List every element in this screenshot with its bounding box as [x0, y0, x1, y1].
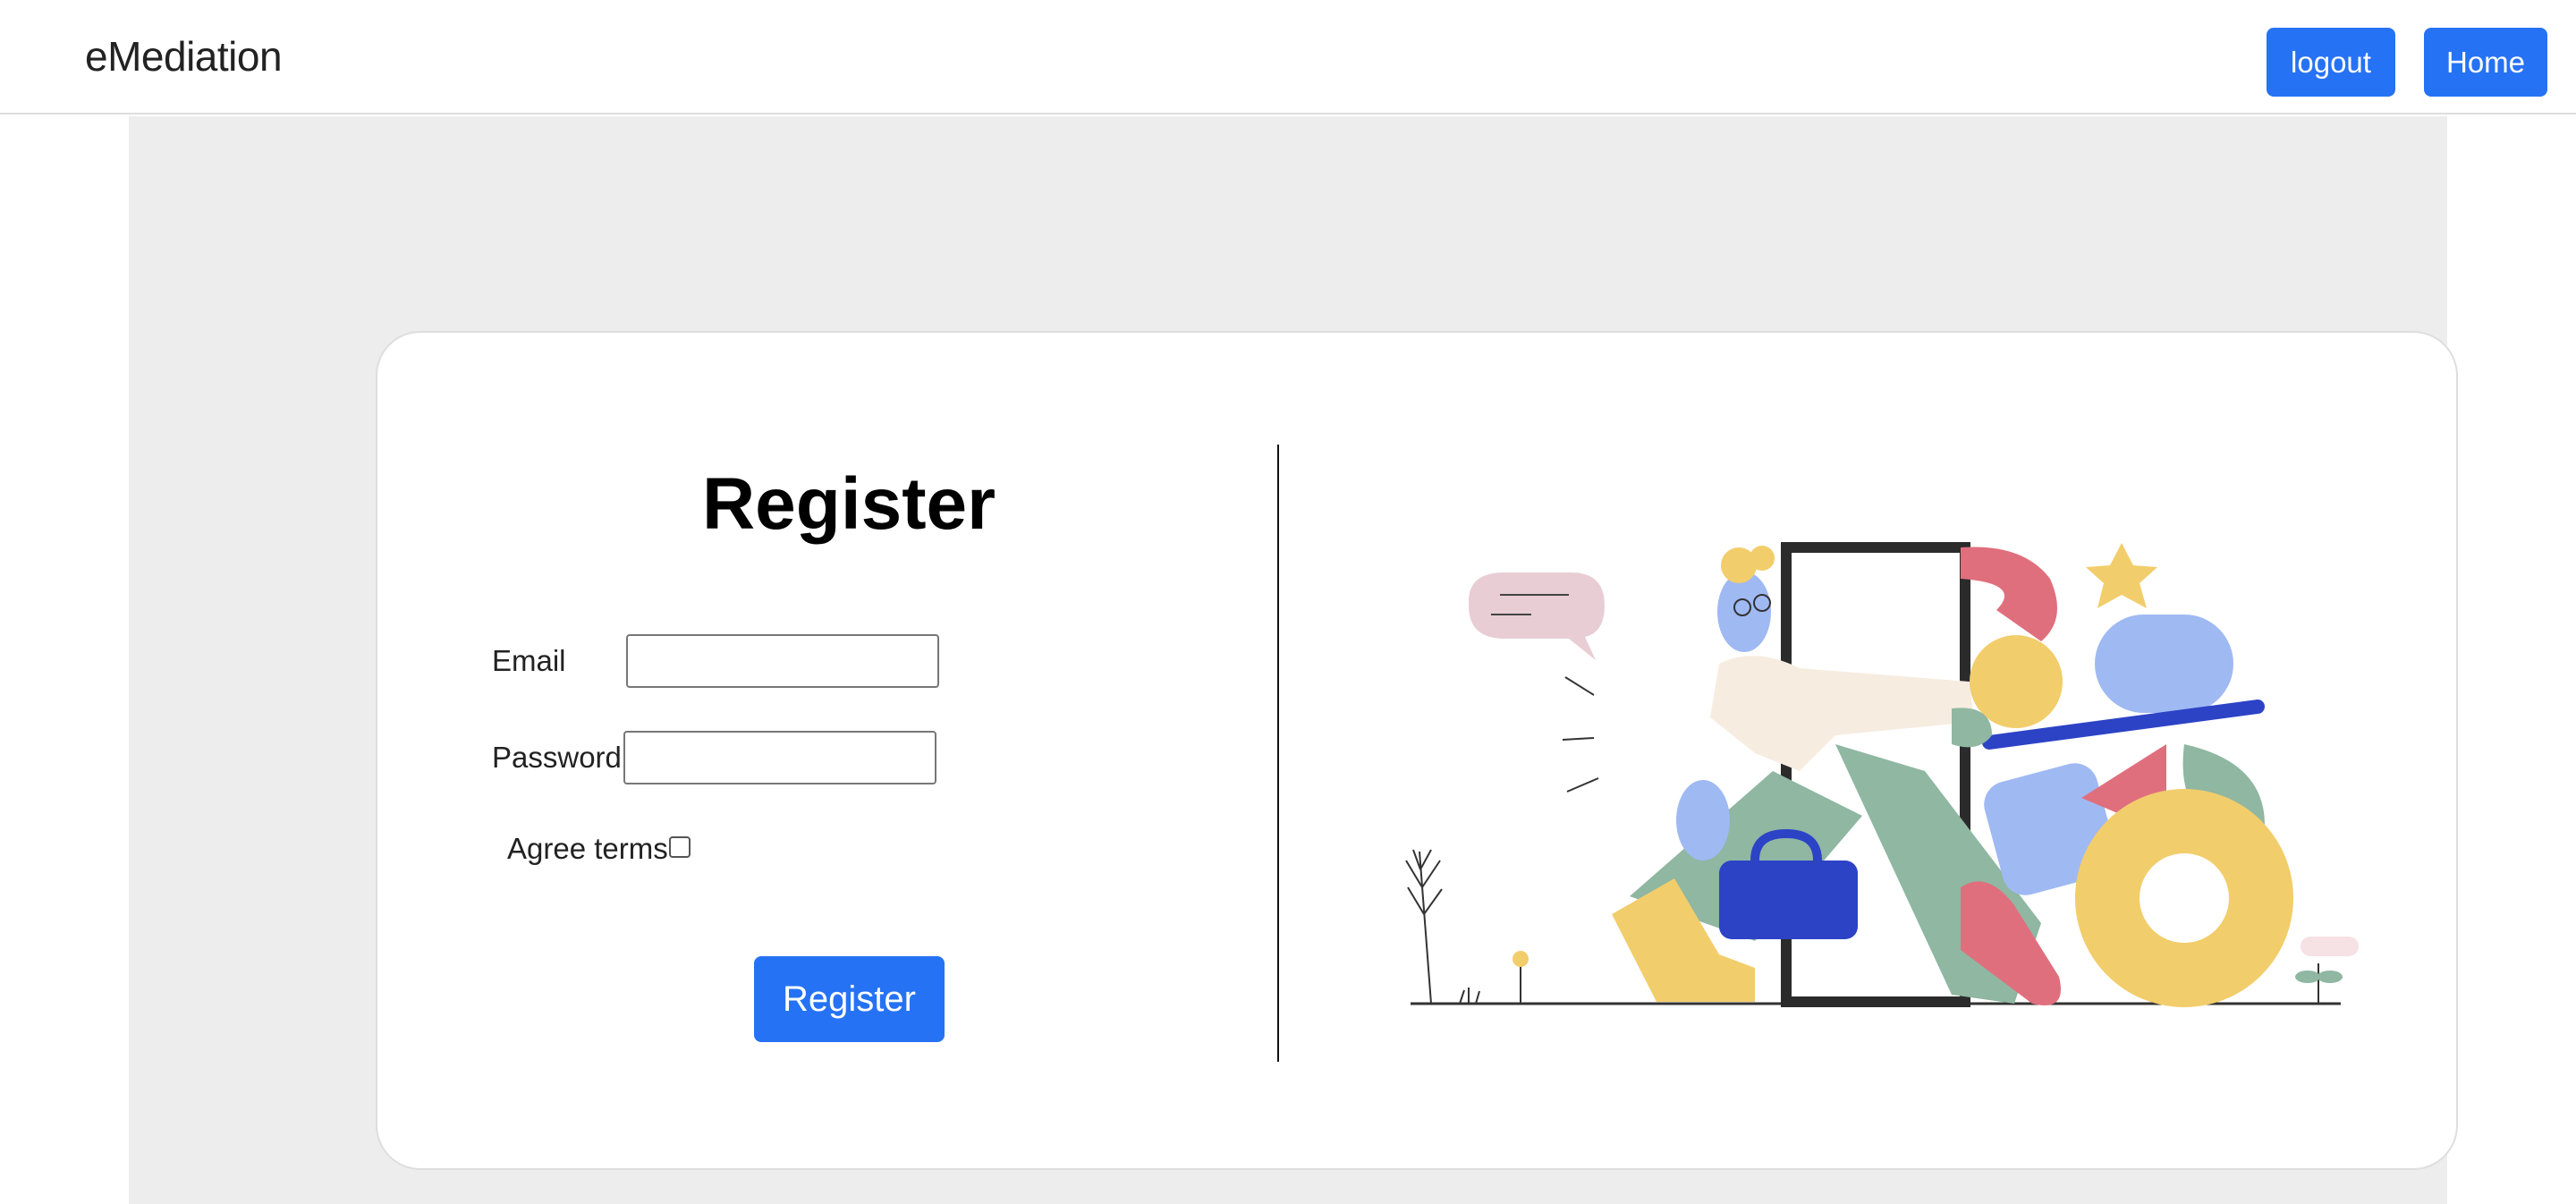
main-content: Register Email Password Agree terms Regi…: [129, 116, 2458, 1204]
flower-dot: [1513, 951, 1529, 967]
home-button[interactable]: Home: [2424, 28, 2547, 97]
brand-logo[interactable]: eMediation: [85, 32, 283, 81]
email-label: Email: [492, 644, 566, 677]
agree-terms-label: Agree terms: [507, 832, 668, 865]
plant-icon: [1405, 849, 1443, 1005]
navbar: eMediation logout Home: [0, 0, 2576, 114]
star-icon: [2086, 543, 2157, 608]
password-field[interactable]: [623, 731, 936, 784]
agree-terms-checkbox[interactable]: [669, 836, 691, 858]
page-title: Register: [701, 463, 996, 545]
motion-lines: [1562, 676, 1599, 793]
email-field[interactable]: [626, 634, 939, 688]
speech-bubble-icon: [1469, 572, 1605, 660]
person-walking-through-door-illustration: [1405, 542, 2359, 1007]
register-button[interactable]: Register: [754, 956, 945, 1042]
vertical-divider: [1277, 445, 1279, 1062]
register-card: Register Email Password Agree terms Regi…: [376, 331, 2458, 1170]
password-label: Password: [492, 741, 622, 774]
briefcase-icon: [1719, 861, 1858, 939]
person-head: [1717, 572, 1771, 652]
logout-button[interactable]: logout: [2267, 28, 2395, 97]
